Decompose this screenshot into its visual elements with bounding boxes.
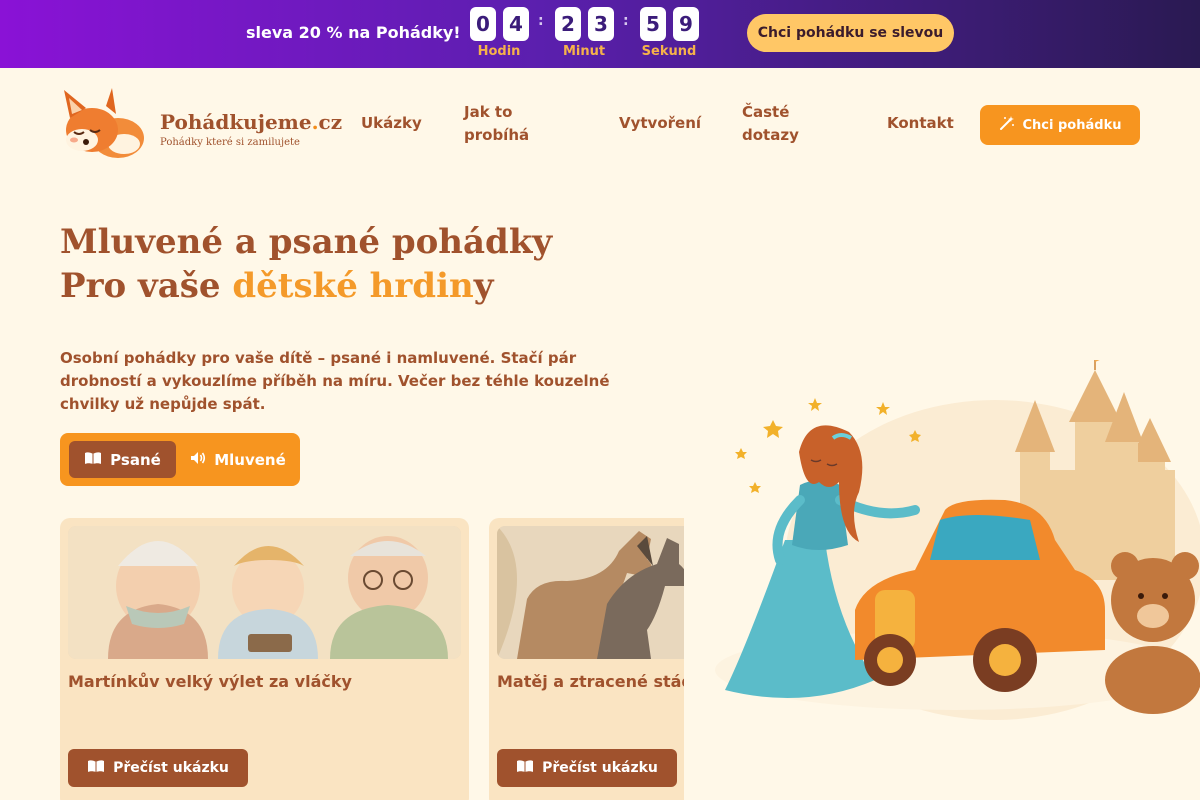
brand-tld: cz	[318, 110, 343, 134]
hero-title-pre: Pro vaše	[60, 266, 233, 306]
hero-title-highlight: dětské hrdin	[232, 266, 474, 306]
countdown-digit: 3	[588, 7, 614, 41]
cta-label: Chci pohádku	[1022, 117, 1122, 133]
read-sample-label: Přečíst ukázku	[542, 760, 658, 776]
promo-bar: sleva 20 % na Pohádky! 0 4 Hodin : 2 3 M…	[0, 0, 1200, 68]
book-icon	[84, 451, 102, 469]
promo-text: sleva 20 % na Pohádky!	[246, 23, 461, 42]
countdown-label: Sekund	[641, 44, 697, 59]
story-card-image	[497, 526, 684, 659]
hero-title-line2: Pro vaše dětské hrdiny	[60, 264, 552, 308]
read-sample-label: Přečíst ukázku	[113, 760, 229, 776]
brand-word: Pohádkujeme	[160, 110, 312, 134]
hero-title-line1: Mluvené a psané pohádky	[60, 222, 553, 262]
fox-logo-icon[interactable]	[60, 88, 146, 160]
brand-dot: .	[311, 110, 319, 134]
brand-name[interactable]: Pohádkujeme.cz	[160, 110, 342, 134]
hero-title-post: y	[473, 266, 494, 306]
story-card-title: Matěj a ztracené stádo	[497, 672, 684, 691]
countdown-digit: 0	[470, 7, 496, 41]
hero-illustration	[715, 350, 1200, 720]
story-card[interactable]: Matěj a ztracené stádo Přečíst ukázku	[489, 518, 684, 800]
hero-description: Osobní pohádky pro vaše dítě – psané i n…	[60, 349, 610, 413]
nav-caste-dotazy[interactable]: Časté dotazy	[742, 101, 822, 147]
book-icon	[87, 759, 105, 777]
magic-wand-icon	[999, 115, 1015, 135]
read-sample-button[interactable]: Přečíst ukázku	[68, 749, 248, 787]
read-sample-button[interactable]: Přečíst ukázku	[497, 749, 677, 787]
countdown-label: Minut	[562, 44, 606, 59]
toggle-psane-button[interactable]: Psané	[69, 441, 176, 478]
nav-vytvoreni[interactable]: Vytvoření	[619, 112, 701, 135]
countdown-digit: 5	[640, 7, 666, 41]
countdown-seconds: 5 9 Sekund	[639, 7, 699, 61]
story-card-title: Martínkův velký výlet za vláčky	[68, 672, 352, 691]
countdown-digit: 2	[555, 7, 581, 41]
toggle-psane-label: Psané	[110, 450, 161, 469]
nav-jak-to-probiha[interactable]: Jak to probíhá	[464, 101, 574, 147]
countdown-label: Hodin	[477, 44, 521, 59]
countdown-digit: 9	[673, 7, 699, 41]
toggle-mluvene-button[interactable]: Mluvené	[184, 441, 292, 478]
brand-tagline: Pohádky které si zamilujete	[160, 137, 300, 148]
countdown-separator: :	[538, 13, 544, 29]
countdown-hours: 0 4 Hodin	[469, 7, 529, 61]
order-fairytale-button[interactable]: Chci pohádku	[980, 105, 1140, 145]
nav-ukazky[interactable]: Ukázky	[361, 112, 422, 135]
story-carousel: Martínkův velký výlet za vláčky Přečíst …	[60, 518, 684, 800]
toggle-mluvene-label: Mluvené	[214, 450, 286, 469]
hero-title: Mluvené a psané pohádky Pro vaše dětské …	[60, 220, 552, 308]
promo-cta-button[interactable]: Chci pohádku se slevou	[747, 14, 954, 52]
format-toggle: Psané Mluvené	[60, 433, 300, 486]
book-icon	[516, 759, 534, 777]
speaker-icon	[190, 451, 206, 469]
countdown-separator: :	[623, 13, 629, 29]
nav-kontakt[interactable]: Kontakt	[887, 112, 954, 135]
countdown-digit: 4	[503, 7, 529, 41]
story-card[interactable]: Martínkův velký výlet za vláčky Přečíst …	[60, 518, 469, 800]
countdown-minutes: 2 3 Minut	[554, 7, 614, 61]
story-card-image	[68, 526, 461, 659]
